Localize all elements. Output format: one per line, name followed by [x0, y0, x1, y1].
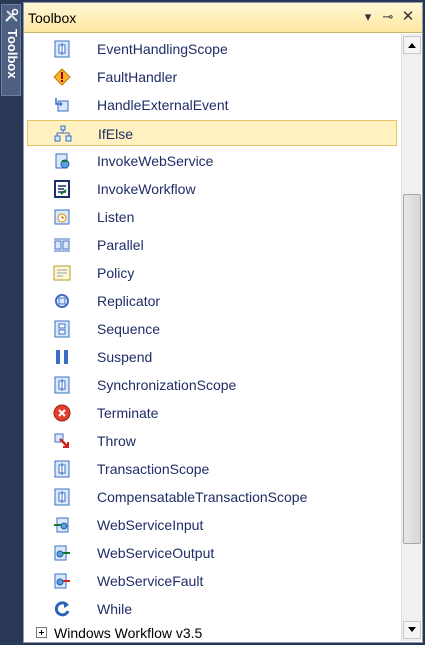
- toolbox-item-label: TransactionScope: [97, 461, 210, 477]
- toolbox-item-label: Terminate: [97, 405, 159, 421]
- web-service-input-icon: [54, 517, 69, 533]
- scope-icon: [54, 460, 70, 478]
- scroll-down-arrow-icon: [408, 627, 416, 632]
- toolbox-item-label: FaultHandler: [97, 69, 178, 85]
- scroll-up-button[interactable]: [403, 36, 421, 54]
- group-label: Windows Workflow v3.5: [54, 625, 203, 641]
- toolbox-item[interactable]: Parallel: [27, 232, 397, 258]
- toolbox-item-label: WebServiceOutput: [97, 545, 215, 561]
- toolbox-item-label: Replicator: [97, 293, 161, 309]
- toolbox-item[interactable]: SynchronizationScope: [27, 372, 397, 398]
- panel-titlebar: Toolbox ▾ ⊸ ✕: [24, 3, 422, 33]
- toolbox-item-label: Suspend: [97, 349, 153, 365]
- toolbox-item[interactable]: While: [27, 596, 397, 622]
- scrollbar-thumb[interactable]: [403, 194, 421, 544]
- scope-icon: [54, 40, 70, 58]
- toolbox-item-label: CompensatableTransactionScope: [97, 489, 308, 505]
- suspend-icon: [56, 350, 68, 364]
- toolbox-item-label: HandleExternalEvent: [97, 97, 229, 113]
- replicator-icon: [55, 294, 69, 308]
- toolbox-item[interactable]: CompensatableTransactionScope: [27, 484, 397, 510]
- toolbox-item[interactable]: IfElse: [27, 120, 397, 146]
- ifelse-icon: [54, 125, 72, 142]
- scroll-up-arrow-icon: [408, 43, 416, 48]
- side-tab-strip: Toolbox: [0, 0, 22, 645]
- toolbox-item[interactable]: Sequence: [27, 316, 397, 342]
- toolbox-item[interactable]: InvokeWebService: [27, 148, 397, 174]
- close-button[interactable]: ✕: [400, 9, 416, 25]
- fault-handler-icon: [53, 68, 71, 86]
- side-tab-label: Toolbox: [5, 29, 20, 79]
- toolbox-item[interactable]: WebServiceFault: [27, 568, 397, 594]
- tools-icon: [5, 8, 19, 22]
- toolbox-item[interactable]: Listen: [27, 204, 397, 230]
- toolbox-item-label: Policy: [97, 265, 135, 281]
- parallel-icon: [54, 238, 70, 252]
- toolbox-item[interactable]: Replicator: [27, 288, 397, 314]
- listen-icon: [54, 209, 70, 225]
- toolbox-item-label: IfElse: [98, 126, 134, 142]
- auto-hide-pin-button[interactable]: ⊸: [380, 9, 396, 25]
- toolbox-item[interactable]: EventHandlingScope: [27, 36, 397, 62]
- toolbox-item-label: Sequence: [97, 321, 161, 337]
- policy-icon: [53, 265, 71, 281]
- toolbox-item-label: EventHandlingScope: [97, 41, 228, 57]
- panel-title: Toolbox: [28, 10, 77, 26]
- invoke-web-service-icon: [55, 153, 70, 169]
- toolbox-item[interactable]: TransactionScope: [27, 456, 397, 482]
- scope-icon: [54, 488, 70, 506]
- invoke-workflow-icon: [54, 180, 70, 198]
- toolbox-item[interactable]: WebServiceOutput: [27, 540, 397, 566]
- plus-box-icon[interactable]: [36, 627, 47, 638]
- scope-icon: [54, 376, 70, 394]
- throw-icon: [54, 433, 69, 448]
- toolbox-item[interactable]: Suspend: [27, 344, 397, 370]
- sequence-icon: [54, 320, 70, 338]
- toolbox-item-list: EventHandlingScope FaultHandler HandleExte…: [24, 34, 400, 624]
- toolbox-item-label: InvokeWorkflow: [97, 181, 196, 197]
- terminate-icon: [53, 404, 71, 422]
- window-position-dropdown-button[interactable]: ▾: [360, 9, 376, 25]
- toolbox-item[interactable]: HandleExternalEvent: [27, 92, 397, 118]
- toolbox-item-label: WebServiceFault: [97, 573, 204, 589]
- toolbox-item[interactable]: Terminate: [27, 400, 397, 426]
- handle-external-event-icon: [55, 98, 69, 112]
- toolbox-item[interactable]: Throw: [27, 428, 397, 454]
- toolbox-side-tab[interactable]: Toolbox: [1, 4, 21, 96]
- toolbox-panel: Toolbox ▾ ⊸ ✕ EventHandlingScope FaultHan…: [23, 2, 423, 643]
- toolbox-item[interactable]: FaultHandler: [27, 64, 397, 90]
- toolbox-item-label: Parallel: [97, 237, 144, 253]
- scroll-down-button[interactable]: [403, 621, 421, 639]
- web-service-output-icon: [54, 545, 70, 561]
- toolbox-item-label: WebServiceInput: [97, 517, 204, 533]
- toolbox-item[interactable]: WebServiceInput: [27, 512, 397, 538]
- toolbox-group-header[interactable]: Windows Workflow v3.5: [28, 625, 400, 641]
- vertical-scrollbar[interactable]: [401, 34, 421, 641]
- toolbox-item[interactable]: Policy: [27, 260, 397, 286]
- toolbox-item-label: Throw: [97, 433, 136, 449]
- toolbox-item-label: InvokeWebService: [97, 153, 214, 169]
- toolbox-item-label: Listen: [97, 209, 135, 225]
- toolbox-item-label: While: [97, 601, 133, 617]
- toolbox-item[interactable]: InvokeWorkflow: [27, 176, 397, 202]
- web-service-fault-icon: [54, 573, 70, 589]
- toolbox-item-label: SynchronizationScope: [97, 377, 237, 393]
- while-icon: [54, 601, 70, 617]
